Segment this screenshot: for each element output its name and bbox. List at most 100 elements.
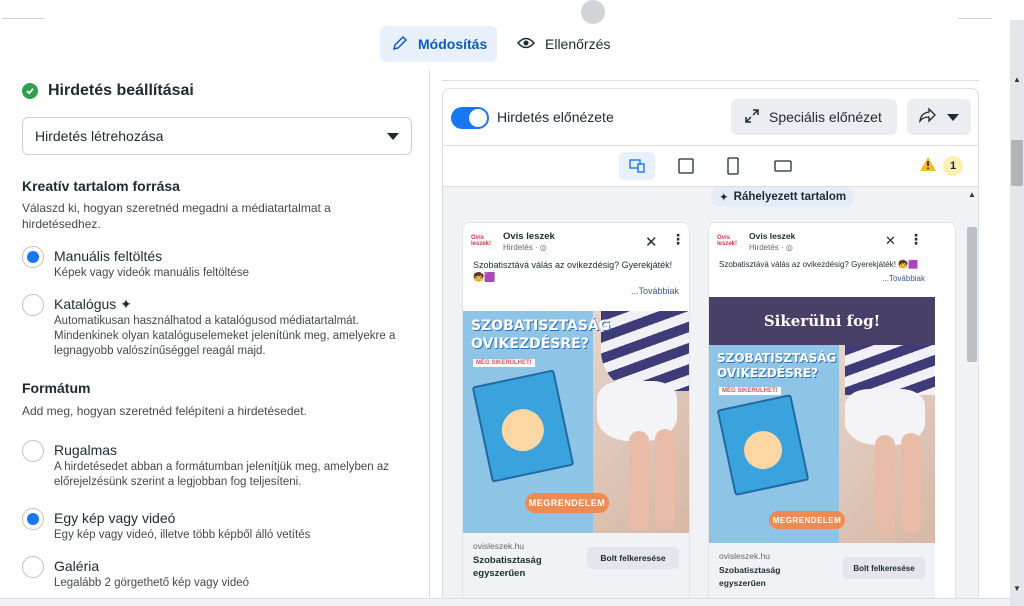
ad-footer: ovisleszek.hu Szobatisztaság egyszerűen … [463, 533, 689, 605]
page-name: Ovis leszek [503, 231, 555, 242]
tab-review[interactable]: Ellenőrzés [507, 26, 625, 62]
placed-content-chip: ✦ Ráhelyezett tartalom [711, 187, 855, 207]
scroll-thumb[interactable] [1011, 140, 1023, 186]
sparkle-icon: ✦ [719, 192, 729, 204]
creative-source-desc: Válaszd ki, hogyan szeretnéd megadni a m… [22, 201, 331, 231]
option-label: Manuális feltöltés [54, 248, 163, 264]
radio-unselected[interactable] [22, 294, 44, 316]
option-desc: Legalább 2 görgethető kép vagy videó [54, 577, 250, 589]
preview-toggle-label: Hirdetés előnézete [497, 109, 614, 125]
vertical-story-icon[interactable] [715, 152, 751, 180]
ad-url: ovisleszek.hu [719, 551, 771, 561]
advanced-preview-button[interactable]: Speciális előnézet [731, 99, 897, 135]
preview-scroll-thumb[interactable] [967, 227, 977, 362]
warning-icon[interactable] [919, 156, 937, 177]
option-flexible[interactable]: Rugalmas A hirdetésedet abban a formátum… [22, 440, 412, 490]
order-button[interactable]: MEGRENDELEM [769, 511, 845, 529]
top-bar: Módosítás Ellenőrzés [0, 0, 1010, 70]
share-button[interactable] [907, 99, 971, 135]
section-header: Hirdetés beállításai [22, 82, 194, 100]
sponsored-label: Hirdetés · ◎ [503, 243, 547, 252]
see-more-link[interactable]: ...Továbbiak [463, 286, 689, 296]
all-placements-icon[interactable] [619, 152, 655, 180]
page-name: Ovis leszek [749, 231, 796, 241]
caret-down-icon [947, 113, 959, 121]
preview-toggle[interactable] [451, 107, 489, 129]
divider [442, 80, 979, 81]
placed-content-label: Ráhelyezett tartalom [733, 191, 847, 203]
share-icon [919, 106, 937, 128]
book-cover [716, 394, 810, 496]
ad-primary-text: Szobatisztává válás az ovikezdésig? Gyer… [719, 260, 919, 269]
order-button[interactable]: MEGRENDELEM [525, 493, 609, 513]
see-more-link[interactable]: ...Továbbiak [709, 274, 955, 283]
ad-footer: ovisleszek.hu Szobatisztaság egyszerűen … [709, 543, 935, 605]
ad-creative-image: SZOBATISZTASÁG OVIKEZDÉSRE? MÉG SIKERÜLH… [709, 345, 935, 543]
radio-selected[interactable] [22, 246, 44, 268]
option-desc: Képek vagy videók manuális feltöltése [54, 267, 249, 279]
sponsored-label: Hirdetés · ◎ [749, 243, 793, 252]
ad-settings-panel: Hirdetés beállításai Hirdetés létrehozás… [0, 70, 430, 606]
option-label: Rugalmas [54, 442, 118, 458]
ad-preview-panel: Hirdetés előnézete Speciális előnézet 1 … [442, 88, 979, 606]
close-icon[interactable]: ✕ [885, 233, 896, 249]
option-label: Egy kép vagy videó [54, 510, 176, 526]
option-catalog[interactable]: Katalógus ✦ Automatikusan használhatod a… [22, 294, 412, 359]
radio-unselected[interactable] [22, 556, 44, 578]
tab-edit-label: Módosítás [418, 36, 488, 52]
drag-handle[interactable] [581, 0, 605, 24]
creative-headline: SZOBATISZTASÁG OVIKEZDÉSRE? [471, 318, 611, 352]
page-scrollbar[interactable]: ▲ ▼ [1010, 20, 1024, 606]
creative-subhead: MÉG SIKERÜLHET! [719, 387, 781, 395]
check-circle-icon [22, 83, 38, 99]
preview-feed: ✦ Ráhelyezett tartalom Ovis leszek! Ovis… [443, 186, 978, 605]
book-cover [471, 369, 575, 483]
option-desc: A hirdetésedet abban a formátumban jelen… [54, 461, 389, 488]
brand-logo: Ovis leszek! [471, 235, 492, 247]
more-options-icon[interactable]: ⋮ [909, 231, 923, 248]
option-single-image-video[interactable]: Egy kép vagy videó Egy kép vagy videó, i… [22, 508, 412, 543]
option-label: Katalógus ✦ [54, 296, 132, 312]
option-label: Galéria [54, 558, 100, 574]
placement-selector: 1 [443, 146, 978, 186]
visit-shop-button[interactable]: Bolt felkeresése [843, 557, 925, 579]
pencil-icon [392, 35, 408, 54]
option-desc: Egy kép vagy videó, illetve több képből … [54, 529, 311, 541]
more-options-icon[interactable]: ⋮ [671, 231, 685, 248]
ad-headline: Szobatisztaság egyszerűen [719, 565, 781, 588]
warning-count-badge: 1 [943, 156, 963, 176]
ad-url: ovisleszek.hu [473, 541, 525, 551]
creative-subhead: MÉG SIKERÜLHET! [473, 359, 535, 367]
advanced-preview-label: Speciális előnézet [769, 109, 882, 125]
square-feed-icon[interactable] [668, 152, 704, 180]
ad-preview-card: Ovis leszek! Ovis leszek Hirdetés · ◎ ✕ … [463, 223, 689, 605]
brand-logo: Ovis leszek! [717, 235, 738, 247]
close-icon[interactable]: ✕ [645, 233, 658, 251]
tab-edit[interactable]: Módosítás [380, 26, 497, 62]
ad-headline: Szobatisztaság egyszerűen [473, 555, 542, 579]
caret-down-icon [387, 132, 399, 140]
scroll-down-icon[interactable]: ▼ [1013, 584, 1021, 593]
ad-preview-card: Ovis leszek! Ovis leszek Hirdetés · ◎ ✕ … [709, 223, 955, 605]
bottom-strip [0, 598, 1010, 606]
ad-setup-select[interactable]: Hirdetés létrehozása [22, 117, 412, 155]
option-carousel[interactable]: Galéria Legalább 2 görgethető kép vagy v… [22, 556, 412, 591]
divider [958, 18, 992, 19]
horizontal-placement-icon[interactable] [765, 152, 801, 180]
creative-banner: Sikerülni fog! [709, 297, 935, 345]
scroll-up-icon[interactable]: ▲ [968, 190, 976, 199]
radio-selected[interactable] [22, 508, 44, 530]
scroll-up-icon[interactable]: ▲ [1013, 75, 1021, 84]
sparkle-icon: ✦ [120, 296, 132, 312]
divider [2, 18, 44, 19]
eye-icon [516, 36, 536, 52]
format-heading: Formátum [22, 380, 91, 396]
tab-review-label: Ellenőrzés [545, 36, 611, 52]
ad-primary-text: Szobatisztává válás az ovikezdésig? Gyer… [473, 260, 673, 282]
creative-source-heading: Kreatív tartalom forrása [22, 178, 180, 194]
visit-shop-button[interactable]: Bolt felkeresése [587, 547, 679, 569]
option-manual-upload[interactable]: Manuális feltöltés Képek vagy videók man… [22, 246, 412, 281]
select-value: Hirdetés létrehozása [35, 128, 164, 144]
radio-unselected[interactable] [22, 440, 44, 462]
format-desc: Add meg, hogyan szeretnéd felépíteni a h… [22, 404, 307, 418]
